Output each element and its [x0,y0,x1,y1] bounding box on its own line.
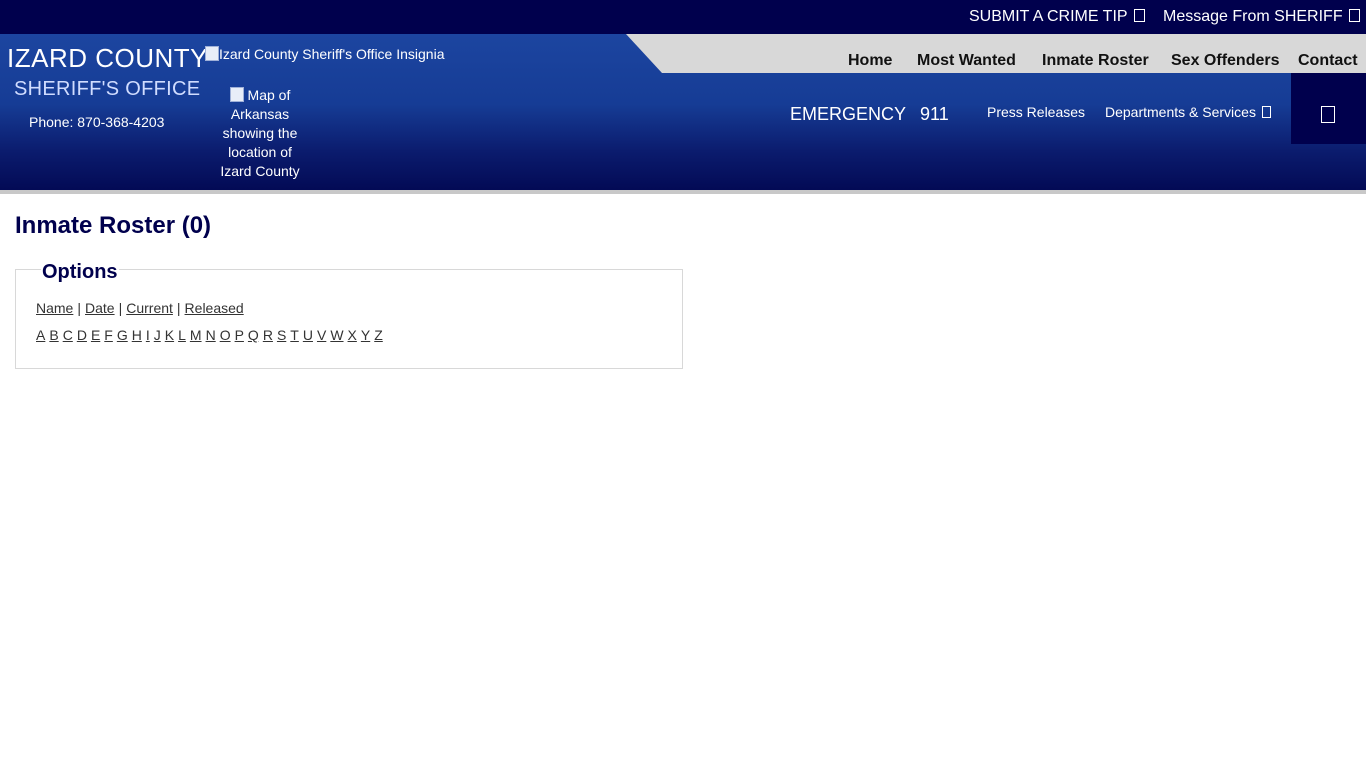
separator: | [176,300,181,316]
phone-value: 870-368-4203 [77,114,165,130]
nav-most-wanted[interactable]: Most Wanted [917,52,1016,70]
letter-filter-z[interactable]: Z [374,327,383,343]
letter-filter-b[interactable]: B [49,327,58,343]
submit-crime-tip-link[interactable]: SUBMIT A CRIME TIP [969,8,1145,26]
letter-filter-i[interactable]: I [146,327,150,343]
county-map-image: Map of Arkansas showing the location of … [214,86,306,181]
letter-filter-r[interactable]: R [263,327,273,343]
emergency-label: EMERGENCY [790,104,907,124]
letter-filter-k[interactable]: K [165,327,174,343]
message-from-sheriff-link[interactable]: Message From SHERIFF [1163,8,1360,26]
letter-filter-d[interactable]: D [77,327,87,343]
sort-links: Name | Date | Current | Released [36,300,244,316]
options-box [15,269,683,369]
emergency-digits: 911 [920,104,949,124]
broken-image-icon [229,87,244,102]
alphabet-filter: ABCDEFGHIJKLMNOPQRSTUVWXYZ [36,327,387,343]
letter-filter-m[interactable]: M [190,327,202,343]
nav-contact[interactable]: Contact [1298,52,1358,70]
crime-tip-text-1: SUBMIT A [969,8,1047,25]
letter-filter-e[interactable]: E [91,327,100,343]
insignia-alt-text: Izard County Sheriff's Office Insignia [219,46,445,62]
letter-filter-t[interactable]: T [290,327,299,343]
letter-filter-a[interactable]: A [36,327,45,343]
letter-filter-v[interactable]: V [317,327,326,343]
page-title: Inmate Roster (0) [15,212,212,239]
header-divider [0,190,1366,194]
menu-icon [1321,106,1335,123]
filter-current-link[interactable]: Current [126,300,173,316]
options-legend: Options [41,261,119,284]
letter-filter-l[interactable]: L [178,327,186,343]
filter-released-link[interactable]: Released [185,300,244,316]
sort-by-name-link[interactable]: Name [36,300,73,316]
letter-filter-o[interactable]: O [220,327,231,343]
letter-filter-h[interactable]: H [132,327,142,343]
letter-filter-y[interactable]: Y [361,327,370,343]
letter-filter-x[interactable]: X [348,327,357,343]
nav-inmate-roster[interactable]: Inmate Roster [1042,52,1149,70]
letter-filter-f[interactable]: F [104,327,113,343]
letter-filter-w[interactable]: W [330,327,343,343]
letter-filter-g[interactable]: G [117,327,128,343]
letter-filter-c[interactable]: C [63,327,73,343]
phone-number: Phone: 870-368-4203 [29,114,164,130]
nav-sex-offenders[interactable]: Sex Offenders [1171,52,1279,70]
departments-services-link[interactable]: Departments & Services [1105,104,1271,120]
crime-tip-text-2: CRIME TIP [1046,8,1128,25]
separator: | [77,300,81,316]
site-title-office: SHERIFF'S OFFICE [14,78,201,100]
sort-by-date-link[interactable]: Date [85,300,115,316]
letter-filter-u[interactable]: U [303,327,313,343]
main-nav: Home Most Wanted Inmate Roster Sex Offen… [626,34,1366,73]
letter-filter-p[interactable]: P [235,327,244,343]
top-utility-bar: SUBMIT A CRIME TIP Message From SHERIFF [0,0,1366,34]
press-releases-link[interactable]: Press Releases [987,104,1085,120]
phone-label: Phone: [29,114,74,130]
letter-filter-n[interactable]: N [206,327,216,343]
external-link-icon [1348,9,1360,22]
site-title-county: IZARD COUNTY [7,43,208,73]
emergency-number: EMERGENCY 911 [790,104,949,125]
departments-label: Departments & Services [1105,104,1256,120]
menu-button[interactable] [1291,73,1366,144]
insignia-image: Izard County Sheriff's Office Insignia [205,46,445,62]
nav-home[interactable]: Home [848,52,892,70]
letter-filter-s[interactable]: S [277,327,286,343]
dropdown-icon [1261,106,1271,118]
broken-image-icon [205,46,219,61]
message-text-1: Message From [1163,8,1275,25]
external-link-icon [1133,9,1145,22]
letter-filter-j[interactable]: J [154,327,161,343]
letter-filter-q[interactable]: Q [248,327,259,343]
message-text-2: SHERIFF [1274,8,1343,25]
separator: | [118,300,123,316]
